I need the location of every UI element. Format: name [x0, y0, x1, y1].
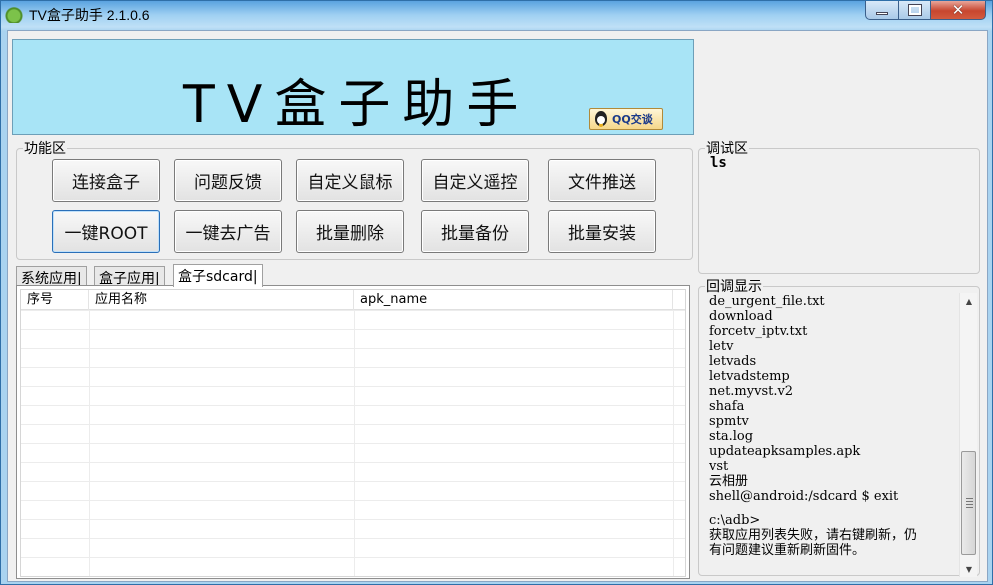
banner: TV盒子助手 QQ交谈 [12, 39, 694, 135]
window-title: TV盒子助手 2.1.0.6 [29, 7, 150, 23]
column-divider [673, 310, 674, 576]
maximize-button[interactable] [898, 1, 931, 20]
close-icon: ✕ [951, 1, 965, 19]
output-line: 获取应用列表失败，请右键刷新，仍 [709, 528, 918, 543]
app-table: 序号 应用名称 apk_name [16, 285, 690, 579]
grip-line [966, 498, 973, 499]
output-line: letvadstemp [709, 369, 790, 384]
close-button[interactable]: ✕ [930, 1, 986, 20]
connect-box-button[interactable]: 连接盒子 [52, 159, 160, 202]
table-header: 序号 应用名称 apk_name [21, 290, 685, 310]
client-area: TV盒子助手 QQ交谈 功能区 连接盒子 问题反馈 自定义鼠标 自定义遥控 文件… [7, 30, 988, 582]
column-header-app-name[interactable]: 应用名称 [89, 290, 354, 310]
tab-box-sdcard[interactable]: 盒子sdcard| [173, 264, 263, 287]
output-line: shell@android:/sdcard $ exit [709, 489, 899, 504]
column-header-index[interactable]: 序号 [21, 290, 89, 310]
callback-group-legend: 回调显示 [706, 279, 762, 295]
output-line: forcetv_iptv.txt [709, 324, 808, 339]
qq-penguin-icon [592, 110, 610, 128]
callback-output[interactable]: de_urgent_file.txt download forcetv_iptv… [709, 294, 964, 569]
file-push-button[interactable]: 文件推送 [548, 159, 656, 202]
debug-input[interactable]: ls [710, 155, 727, 171]
output-line: sta.log [709, 429, 754, 444]
output-line: 有问题建议重新刷新固件。 [709, 543, 866, 558]
custom-remote-button[interactable]: 自定义遥控 [421, 159, 529, 202]
output-line: c:\adb> [709, 513, 761, 528]
title-bar[interactable]: TV盒子助手 2.1.0.6 ✕ [1, 1, 993, 29]
batch-backup-button[interactable]: 批量备份 [421, 210, 529, 253]
grip-line [966, 507, 973, 508]
remove-ads-button[interactable]: 一键去广告 [174, 210, 282, 253]
output-line: updateapksamples.apk [709, 444, 861, 459]
app-table-inner: 序号 应用名称 apk_name [20, 289, 686, 577]
output-line: de_urgent_file.txt [709, 294, 825, 309]
scroll-down-arrow-icon[interactable]: ▼ [960, 561, 978, 577]
column-header-apk-name[interactable]: apk_name [354, 290, 673, 310]
grip-line [966, 504, 973, 505]
batch-delete-button[interactable]: 批量删除 [296, 210, 404, 253]
banner-title: TV盒子助手 [183, 75, 531, 135]
tab-system-apps[interactable]: 系统应用| [16, 266, 87, 287]
minimize-icon [876, 11, 888, 15]
feedback-button[interactable]: 问题反馈 [174, 159, 282, 202]
output-line: letvads [709, 354, 757, 369]
output-line: net.myvst.v2 [709, 384, 794, 399]
one-click-root-button[interactable]: 一键ROOT [52, 210, 160, 253]
function-group-legend: 功能区 [24, 141, 66, 157]
minimize-button[interactable] [865, 1, 899, 20]
output-line: vst [709, 459, 729, 474]
main-window: TV盒子助手 2.1.0.6 ✕ TV盒子助手 QQ交谈 功能区 连接盒子 问题… [0, 0, 993, 585]
output-blank-line [709, 504, 964, 513]
output-line: letv [709, 339, 734, 354]
output-line: spmtv [709, 414, 749, 429]
grip-line [966, 501, 973, 502]
custom-mouse-button[interactable]: 自定义鼠标 [296, 159, 404, 202]
output-line: download [709, 309, 773, 324]
column-divider [354, 310, 355, 576]
batch-install-button[interactable]: 批量安装 [548, 210, 656, 253]
qq-chat-button[interactable]: QQ交谈 [589, 108, 663, 130]
debug-group: 调试区 [698, 138, 980, 274]
tab-box-apps[interactable]: 盒子应用| [94, 266, 165, 287]
output-line: 云相册 [709, 474, 749, 489]
column-divider [89, 310, 90, 576]
maximize-icon [907, 4, 922, 16]
output-line: shafa [709, 399, 745, 414]
scroll-thumb[interactable] [961, 451, 976, 555]
callback-scrollbar[interactable]: ▲ ▼ [959, 293, 977, 577]
app-icon [5, 5, 23, 23]
scroll-up-arrow-icon[interactable]: ▲ [960, 293, 978, 309]
qq-chat-label: QQ交谈 [612, 113, 653, 126]
